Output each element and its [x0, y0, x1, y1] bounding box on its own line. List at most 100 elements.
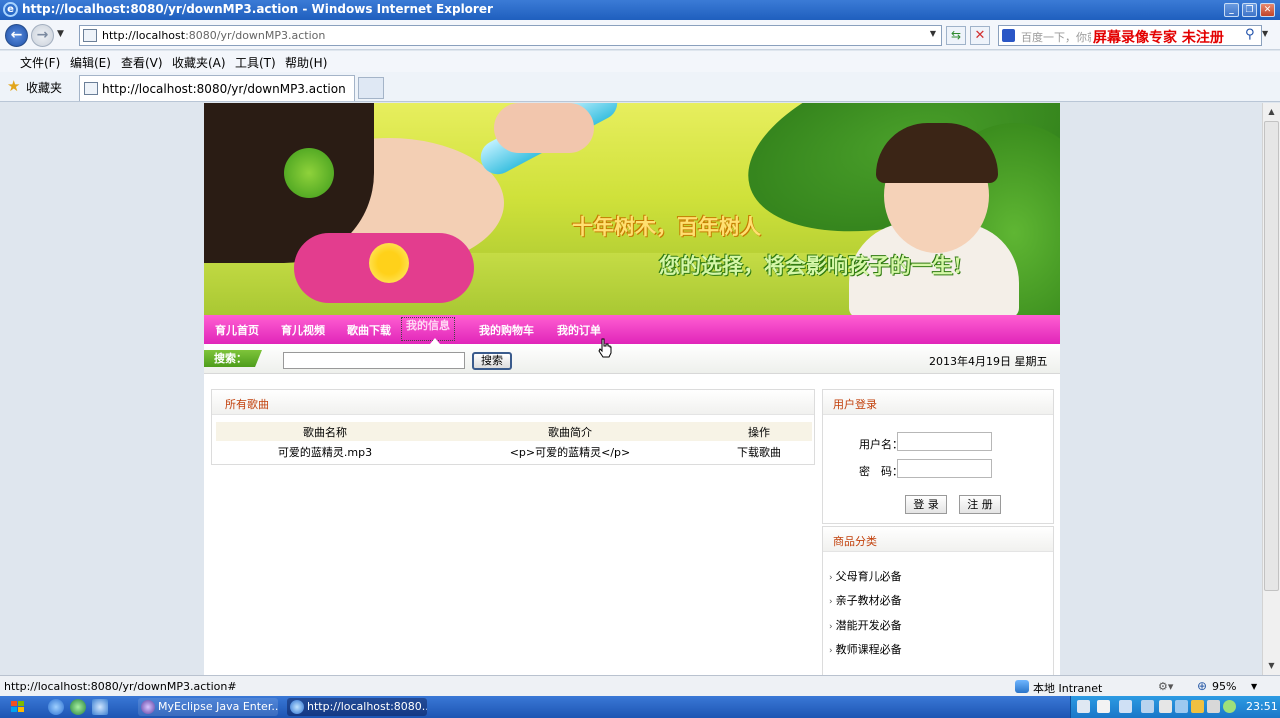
search-options-dropdown-icon[interactable]: ▼ — [1262, 29, 1268, 38]
song-name: 可爱的蓝精灵.mp3 — [277, 445, 373, 459]
chevron-right-icon: › — [829, 597, 833, 607]
page-icon — [84, 82, 98, 95]
tray-app-icon[interactable] — [1207, 700, 1220, 713]
menu-favorites[interactable]: 收藏夹(A) — [172, 54, 226, 71]
nav-home[interactable]: 育儿首页 — [215, 322, 259, 338]
restore-icon[interactable]: ❐ — [1242, 3, 1257, 17]
protected-mode-icon[interactable]: ⚙▾ — [1158, 680, 1173, 693]
tab-active[interactable]: http://localhost:8080/yr/downMP3.action — [79, 75, 355, 101]
globe-quicklaunch-icon[interactable] — [70, 699, 86, 715]
zoom-icon[interactable]: ⊕ — [1197, 679, 1207, 693]
scroll-down-icon[interactable]: ▼ — [1264, 658, 1279, 674]
task-ie-window[interactable]: http://localhost:8080... — [287, 698, 427, 716]
explorer-quicklaunch-icon[interactable] — [92, 699, 108, 715]
banner-slogan-2: 您的选择，将会影响孩子的一生! — [659, 253, 963, 278]
intranet-zone-icon — [1015, 680, 1029, 693]
download-song-link[interactable]: 下载歌曲 — [706, 441, 812, 462]
zoom-level[interactable]: 95% — [1212, 680, 1236, 693]
page-icon — [83, 29, 97, 42]
banner-slogan-1: 十年树木，百年树人 — [572, 214, 761, 239]
window-title: http://localhost:8080/yr/downMP3.action … — [22, 2, 493, 16]
category-item[interactable]: › 教师课程必备 — [829, 641, 902, 657]
site-search-input[interactable] — [283, 352, 465, 369]
myeclipse-icon — [141, 700, 155, 714]
stop-button[interactable]: ✕ — [970, 26, 990, 45]
menu-view[interactable]: 查看(V) — [121, 54, 163, 71]
song-intro: <p>可爱的蓝精灵</p> — [509, 445, 631, 459]
search-go-icon[interactable]: ⚲ — [1245, 27, 1255, 42]
table-row: 可爱的蓝精灵.mp3 <p>可爱的蓝精灵</p> 下载歌曲 — [216, 441, 812, 462]
address-input[interactable]: http://localhost:8080/yr/downMP3.action … — [79, 25, 942, 46]
recorder-watermark: 屏幕录像专家 未注册 — [1091, 27, 1224, 45]
favorites-bar: ★ 收藏夹 http://localhost:8080/yr/downMP3.a… — [0, 72, 1280, 102]
page-viewport: 十年树木，百年树人 您的选择，将会影响孩子的一生! 育儿首页 育儿视频 歌曲下载… — [0, 103, 1262, 675]
start-button[interactable] — [6, 699, 30, 715]
username-field[interactable] — [897, 432, 992, 451]
site-search-button[interactable]: 搜索 — [472, 352, 512, 370]
ie-icon — [290, 700, 304, 714]
nav-orders[interactable]: 我的订单 — [557, 322, 601, 338]
nav-videos[interactable]: 育儿视频 — [281, 322, 325, 338]
tray-app-icon[interactable] — [1159, 700, 1172, 713]
songs-panel-header: 所有歌曲 — [212, 390, 814, 415]
new-tab-button[interactable] — [358, 77, 384, 99]
nav-song-download[interactable]: 歌曲下载 — [347, 322, 391, 338]
column-header: 操作 — [706, 422, 812, 441]
banner: 十年树木，百年树人 您的选择，将会影响孩子的一生! — [204, 103, 1060, 315]
favorites-star-icon[interactable]: ★ — [7, 77, 20, 95]
tab-title: http://localhost:8080/yr/downMP3.action — [102, 82, 346, 96]
login-panel-header: 用户登录 — [823, 390, 1053, 415]
ie-logo-icon: e — [3, 2, 18, 17]
favorites-label[interactable]: 收藏夹 — [26, 79, 62, 96]
minimize-icon[interactable]: _ — [1224, 3, 1239, 17]
chevron-right-icon: › — [829, 646, 833, 656]
tray-app-icon[interactable] — [1141, 700, 1154, 713]
menu-bar: 文件(F) 编辑(E) 查看(V) 收藏夹(A) 工具(T) 帮助(H) — [0, 51, 1280, 72]
menu-help[interactable]: 帮助(H) — [285, 54, 327, 71]
web-page: 十年树木，百年树人 您的选择，将会影响孩子的一生! 育儿首页 育儿视频 歌曲下载… — [204, 103, 1060, 675]
login-button[interactable]: 登 录 — [905, 495, 947, 514]
security-zone[interactable]: 本地 Intranet — [1033, 680, 1102, 696]
hand-cursor-icon — [598, 338, 612, 358]
menu-tools[interactable]: 工具(T) — [235, 54, 276, 71]
scroll-up-icon[interactable]: ▲ — [1264, 104, 1279, 120]
close-window-icon[interactable]: ✕ — [1260, 3, 1275, 17]
ie-quicklaunch-icon[interactable] — [48, 699, 64, 715]
songs-panel: 所有歌曲 歌曲名称 歌曲简介 操作 可爱的蓝精灵.mp3 <p>可爱的蓝精灵</… — [211, 389, 815, 465]
category-item[interactable]: › 亲子教材必备 — [829, 592, 902, 608]
vertical-scrollbar[interactable]: ▲ ▼ — [1262, 103, 1280, 675]
recent-pages-dropdown-icon[interactable]: ▼ — [57, 29, 64, 39]
category-item[interactable]: › 父母育儿必备 — [829, 568, 902, 584]
status-bar: http://localhost:8080/yr/downMP3.action#… — [0, 675, 1280, 696]
chevron-right-icon: › — [829, 622, 833, 632]
flower-icon — [369, 243, 409, 283]
category-panel-title: 商品分类 — [833, 535, 877, 548]
login-panel-title: 用户登录 — [833, 398, 877, 411]
tray-app-icon[interactable] — [1175, 700, 1188, 713]
forward-button[interactable]: → — [31, 24, 54, 47]
zoom-dropdown-icon[interactable]: ▼ — [1251, 682, 1257, 691]
network-icon[interactable] — [1119, 700, 1132, 713]
tray-app-icon[interactable] — [1223, 700, 1236, 713]
scroll-thumb[interactable] — [1264, 121, 1279, 591]
register-button[interactable]: 注 册 — [959, 495, 1001, 514]
nav-cart[interactable]: 我的购物车 — [479, 322, 534, 338]
address-url[interactable]: http://localhost:8080/yr/downMP3.action — [102, 29, 325, 42]
nav-my-info[interactable]: 我的信息 — [401, 317, 455, 341]
column-header: 歌曲名称 — [216, 422, 434, 441]
password-field[interactable] — [897, 459, 992, 478]
clover-icon — [284, 148, 334, 198]
back-button[interactable]: ← — [5, 24, 28, 47]
refresh-button[interactable]: ⇆ — [946, 26, 966, 45]
menu-file[interactable]: 文件(F) — [20, 54, 60, 71]
taskbar: MyEclipse Java Enter... http://localhost… — [0, 696, 1280, 718]
address-dropdown-icon[interactable]: ▼ — [927, 29, 939, 42]
keyboard-icon[interactable] — [1077, 700, 1090, 713]
category-item[interactable]: › 潜能开发必备 — [829, 617, 902, 633]
banner-girl-arm — [494, 103, 594, 153]
help-icon[interactable] — [1097, 700, 1110, 713]
search-input[interactable]: 百度一下，你就知道 屏幕录像专家 未注册 — [998, 25, 1262, 46]
tray-app-icon[interactable] — [1191, 700, 1204, 713]
task-myeclipse[interactable]: MyEclipse Java Enter... — [138, 698, 278, 716]
menu-edit[interactable]: 编辑(E) — [70, 54, 111, 71]
